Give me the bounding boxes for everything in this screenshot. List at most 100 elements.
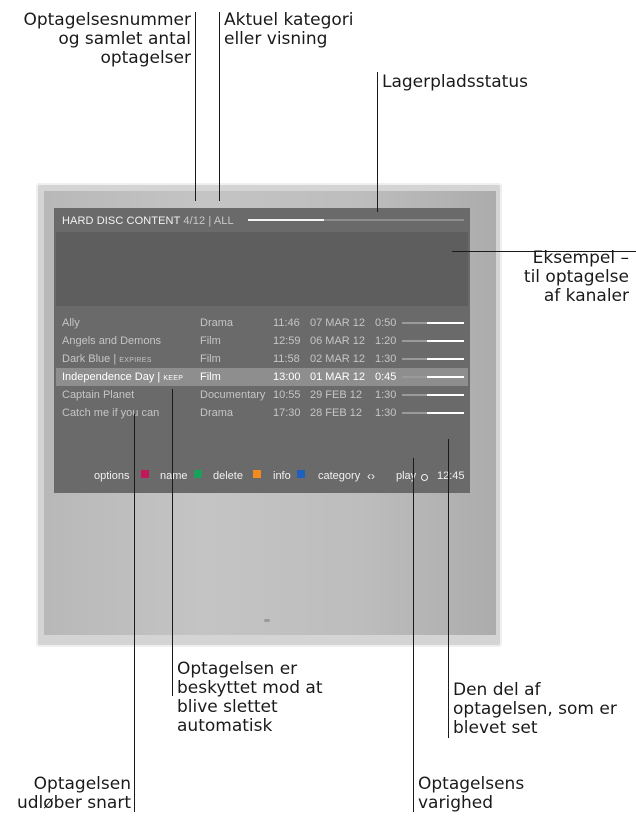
recording-duration: 0:50 <box>375 317 397 329</box>
callout-record-number: Optagelsesnummer og samlet antal optagelse… <box>23 11 191 68</box>
recording-title: Catch me if you can <box>62 407 160 419</box>
callout-line-text: automatisk <box>177 716 273 736</box>
callout-line-text: og samlet antal <box>58 29 191 49</box>
callout-line-text: udløber snart <box>16 793 131 813</box>
recording-date: 07 MAR 12 <box>310 317 366 329</box>
watched-progress-fill <box>426 376 464 378</box>
recording-date: 06 MAR 12 <box>310 335 366 347</box>
callout-line-watched <box>448 439 449 738</box>
options-label[interactable]: options <box>94 470 129 482</box>
callout-line-text: til optagelse <box>523 267 629 287</box>
recording-category: Drama <box>200 317 234 329</box>
recording-title: Dark Blue | EXPIRES <box>62 353 152 365</box>
callout-line-text: varighed <box>418 793 494 813</box>
recording-duration: 1:30 <box>375 389 397 401</box>
watched-progress-bar <box>402 340 464 342</box>
callout-line-text: eller visning <box>224 29 328 49</box>
storage-used-fill <box>248 219 324 221</box>
callout-line-record-number <box>195 12 196 201</box>
yellow-button-icon <box>253 470 261 478</box>
callout-line-text: Optagelsen <box>33 774 131 794</box>
play-circle-icon <box>421 474 428 481</box>
recording-duration: 1:30 <box>375 353 397 365</box>
recording-time: 12:59 <box>273 335 301 347</box>
callout-line-text: Aktuel kategori <box>224 10 354 30</box>
recording-row[interactable]: Catch me if you can Drama 17:30 28 FEB 12 1:… <box>56 404 468 422</box>
recording-category: Drama <box>200 407 234 419</box>
recording-row[interactable]: Dark Blue | EXPIRES Film 11:58 02 MAR 12 1:3… <box>56 350 468 368</box>
recording-row[interactable]: Angels and Demons Film 12:59 06 MAR 12 1:20 <box>56 332 468 350</box>
recording-row[interactable]: Captain Planet Documentary 10:55 29 FEB 12 1… <box>56 386 468 404</box>
recording-tag: KEEP <box>163 375 184 382</box>
callout-line-text: optagelsen, som er <box>453 699 617 719</box>
recording-time: 10:55 <box>273 389 301 401</box>
callout-duration: Optagelsens varighed <box>418 775 524 813</box>
red-button-icon <box>141 470 149 478</box>
callout-line-text: Den del af <box>453 680 541 700</box>
menu-header: HARD DISC CONTENT 4/12 | ALL <box>62 215 234 227</box>
recording-category: Film <box>200 353 221 365</box>
recording-time: 17:30 <box>273 407 301 419</box>
watched-progress-bar <box>402 322 464 324</box>
tv-indicator <box>264 619 270 622</box>
category-label[interactable]: category <box>318 470 360 482</box>
watched-progress-fill <box>426 394 464 396</box>
watched-progress-bar <box>402 358 464 360</box>
menu-title: HARD DISC CONTENT <box>62 215 181 227</box>
callout-line-text: beskyttet mod at <box>177 678 323 698</box>
callout-line-text: blive slettet <box>177 697 278 717</box>
watched-progress-fill <box>426 322 464 324</box>
callout-protected: Optagelsen er beskyttet mod at blive slett… <box>177 660 323 736</box>
menu-footer: options name delete info category ‹› pla… <box>56 469 468 486</box>
recording-time: 13:00 <box>273 371 301 383</box>
info-label[interactable]: info <box>273 470 291 482</box>
recording-tag: EXPIRES <box>119 357 152 364</box>
recordings-list: Ally Drama 11:46 07 MAR 12 0:50 Angels and De… <box>56 314 468 422</box>
recording-category: Film <box>200 335 221 347</box>
green-button-icon <box>194 470 202 478</box>
storage-status-bar <box>248 219 464 221</box>
recording-category: Documentary <box>200 389 266 401</box>
recording-category: Film <box>200 371 221 383</box>
preview-window <box>56 232 468 306</box>
callout-line-text: Optagelsens <box>418 774 525 794</box>
callout-line-expires <box>134 414 135 812</box>
callout-line-text: Optagelsen er <box>177 659 298 679</box>
watched-progress-fill <box>426 340 464 342</box>
recording-row[interactable]: Independence Day | KEEP Film 13:00 01 MAR 1… <box>56 368 468 386</box>
recording-time: 11:58 <box>273 353 300 365</box>
callout-watched-part: Den del af optagelsen, som er blevet set <box>453 681 617 738</box>
recording-date: 02 MAR 12 <box>310 353 366 365</box>
watched-progress-bar <box>402 376 464 378</box>
recording-title: Captain Planet <box>62 389 135 401</box>
callout-line-storage <box>377 72 378 212</box>
clock: 12:45 <box>437 470 465 482</box>
blue-button-icon <box>297 470 305 478</box>
callout-line-duration <box>413 458 414 812</box>
recording-duration: 1:20 <box>375 335 397 347</box>
arrows-left-right-icon: ‹› <box>367 469 375 483</box>
callout-line-category <box>219 12 220 201</box>
delete-label[interactable]: delete <box>213 470 243 482</box>
recording-duration: 1:30 <box>375 407 397 419</box>
watched-progress-bar <box>402 394 464 396</box>
callout-line-protected <box>172 389 173 696</box>
callout-line-text: af kanaler <box>543 286 629 306</box>
callout-storage-status: Lagerpladsstatus <box>382 73 528 92</box>
recording-title: Angels and Demons <box>62 335 162 347</box>
recording-date: 01 MAR 12 <box>310 371 366 383</box>
watched-progress-bar <box>402 412 464 414</box>
recording-title: Independence Day | KEEP <box>62 371 184 383</box>
callout-preview: Eksempel – til optagelse af kanaler <box>524 249 629 306</box>
watched-progress-fill <box>426 358 464 360</box>
record-counter: 4/12 | ALL <box>183 215 234 227</box>
recording-time: 11:46 <box>273 317 300 329</box>
callout-line-text: blevet set <box>453 718 538 738</box>
callout-expires-soon: Optagelsen udløber snart <box>17 775 131 813</box>
recording-title: Ally <box>62 317 80 329</box>
name-label[interactable]: name <box>160 470 188 482</box>
recording-row[interactable]: Ally Drama 11:46 07 MAR 12 0:50 <box>56 314 468 332</box>
recording-duration: 0:45 <box>375 371 397 383</box>
callout-line-text: Optagelsesnummer <box>23 10 191 30</box>
watched-progress-fill <box>426 412 464 414</box>
